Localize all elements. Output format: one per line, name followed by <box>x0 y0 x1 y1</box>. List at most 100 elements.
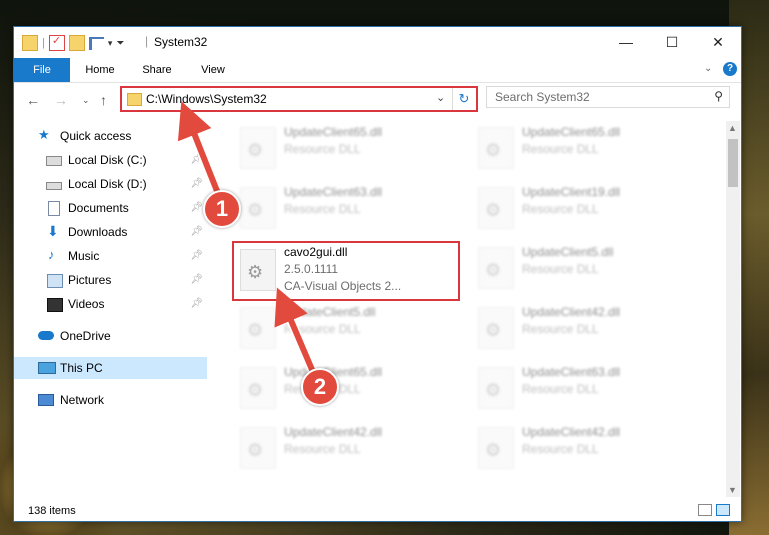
scroll-up-icon[interactable]: ▲ <box>728 123 737 133</box>
search-placeholder: Search System32 <box>495 90 590 104</box>
file-thumbnail: ⚙ <box>240 367 276 409</box>
search-icon[interactable]: ⚲ <box>714 89 723 103</box>
new-folder-icon[interactable] <box>68 35 85 51</box>
customize-toolbar-icon[interactable]: ⏷ <box>116 38 124 49</box>
file-thumbnail: ⚙ <box>240 427 276 469</box>
list-item[interactable]: ⚙ UpdateClient5.dll Resource DLL <box>236 303 466 355</box>
sidebar-item-label: OneDrive <box>60 329 111 343</box>
list-item[interactable]: ⚙ UpdateClient42.dll Resource DLL <box>474 423 704 475</box>
file-thumbnail: ⚙ <box>240 307 276 349</box>
sidebar-item-music[interactable]: ♪ Music 📌︎ <box>14 245 207 267</box>
file-type: Resource DLL <box>522 142 599 156</box>
pin-icon[interactable]: 📌︎ <box>190 269 203 291</box>
pin-icon[interactable]: 📌︎ <box>190 197 203 219</box>
file-name: UpdateClient42.dll <box>284 425 383 439</box>
list-item[interactable]: ⚙ UpdateClient65.dll Resource DLL <box>236 123 466 175</box>
gear-icon: ⚙ <box>247 200 264 220</box>
explorer-window: | ✓ ▾ ⏷ | System32 — ☐ ✕ File Home Share… <box>13 26 742 522</box>
scrollbar-thumb[interactable] <box>728 139 738 187</box>
file-thumbnail: ⚙ <box>240 127 276 169</box>
sidebar-item-documents[interactable]: Documents 📌︎ <box>14 197 207 219</box>
sidebar-item-label: Videos <box>68 297 105 311</box>
file-name: UpdateClient65.dll <box>522 125 621 139</box>
list-item[interactable]: ⚙ UpdateClient65.dll Resource DLL <box>236 363 466 415</box>
sidebar-item-local-disk-d[interactable]: Local Disk (D:) 📌︎ <box>14 173 207 195</box>
sidebar-item-onedrive[interactable]: OneDrive <box>14 325 207 347</box>
list-item[interactable]: ⚙ UpdateClient42.dll Resource DLL <box>236 423 466 475</box>
details-view-icon[interactable] <box>698 504 712 516</box>
vertical-scrollbar[interactable]: ▲ ▼ <box>726 121 740 497</box>
window-title: System32 <box>154 35 208 49</box>
list-item[interactable]: ⚙ UpdateClient63.dll Resource DLL <box>474 363 704 415</box>
folder-icon[interactable] <box>22 35 38 51</box>
scroll-down-icon[interactable]: ▼ <box>728 485 737 495</box>
chevron-down-icon[interactable]: ▾ <box>108 38 113 49</box>
list-item[interactable]: ⚙ UpdateClient42.dll Resource DLL <box>474 303 704 355</box>
pin-icon[interactable]: 📌︎ <box>190 221 203 243</box>
sidebar-item-this-pc[interactable]: This PC <box>14 357 207 379</box>
item-count: 138 items <box>28 505 76 517</box>
search-input[interactable]: Search System32 ⚲ <box>486 86 730 108</box>
drive-icon <box>46 182 62 190</box>
file-name: UpdateClient42.dll <box>522 305 621 319</box>
list-item[interactable]: ⚙ UpdateClient5.dll Resource DLL <box>474 243 704 295</box>
gear-icon: ⚙ <box>485 440 502 460</box>
file-type: Resource DLL <box>284 202 361 216</box>
maximize-button[interactable]: ☐ <box>649 27 695 58</box>
file-type: Resource DLL <box>522 262 599 276</box>
file-thumbnail: ⚙ <box>478 247 514 289</box>
sidebar-item-label: Pictures <box>68 273 112 287</box>
up-arrow-icon[interactable]: ↑ <box>100 92 107 108</box>
expand-ribbon-icon[interactable]: ⌄ <box>704 63 712 74</box>
separator: | <box>145 34 149 48</box>
sidebar-item-label: Network <box>60 393 105 407</box>
videos-icon <box>47 298 63 312</box>
pin-icon[interactable]: 📌︎ <box>190 149 203 171</box>
pc-icon <box>38 362 56 374</box>
file-type: Resource DLL <box>522 322 599 336</box>
pin-icon[interactable]: 📌︎ <box>190 173 203 195</box>
tab-home[interactable]: Home <box>76 58 124 82</box>
list-item[interactable]: ⚙ UpdateClient65.dll Resource DLL <box>474 123 704 175</box>
view-options-icon[interactable] <box>88 36 104 50</box>
file-type: Resource DLL <box>522 202 599 216</box>
gear-icon: ⚙ <box>485 320 502 340</box>
chevron-down-icon[interactable]: ⌄ <box>436 91 445 104</box>
sidebar-item-label: This PC <box>60 361 103 375</box>
address-path[interactable]: C:\Windows\System32 <box>146 92 267 106</box>
properties-icon[interactable]: ✓ <box>48 35 65 51</box>
sidebar-item-pictures[interactable]: Pictures 📌︎ <box>14 269 207 291</box>
sidebar-item-label: Downloads <box>68 225 128 239</box>
ribbon-tabs: File Home Share View ⌄ ? <box>14 58 741 83</box>
gear-icon: ⚙ <box>485 260 502 280</box>
file-thumbnail: ⚙ <box>478 187 514 229</box>
pin-icon[interactable]: 📌︎ <box>190 293 203 315</box>
file-name: UpdateClient63.dll <box>284 185 383 199</box>
navigation-bar: ← → ⌄ ↑ C:\Windows\System32 ⌄ ↻ Search S… <box>14 83 741 117</box>
tab-file[interactable]: File <box>14 58 70 82</box>
sidebar-item-label: Quick access <box>60 129 132 143</box>
address-bar[interactable]: C:\Windows\System32 ⌄ ↻ <box>120 86 478 112</box>
sidebar-item-downloads[interactable]: ⬇ Downloads 📌︎ <box>14 221 207 243</box>
forward-arrow-icon[interactable]: → <box>54 92 68 108</box>
tab-view[interactable]: View <box>190 58 236 82</box>
large-icons-view-icon[interactable] <box>716 504 730 516</box>
file-name: UpdateClient5.dll <box>284 305 376 319</box>
sidebar-item-videos[interactable]: Videos 📌︎ <box>14 293 207 315</box>
separator: | <box>42 37 45 49</box>
list-item[interactable]: ⚙ UpdateClient63.dll Resource DLL <box>236 183 466 235</box>
recent-locations-icon[interactable]: ⌄ <box>82 95 90 106</box>
refresh-icon[interactable]: ↻ <box>452 88 475 110</box>
back-arrow-icon[interactable]: ← <box>26 92 40 108</box>
close-button[interactable]: ✕ <box>695 27 741 58</box>
sidebar-item-network[interactable]: Network <box>14 389 207 411</box>
tab-share[interactable]: Share <box>132 58 182 82</box>
sidebar-item-quick-access[interactable]: ★ Quick access <box>14 125 207 147</box>
file-type: Resource DLL <box>284 442 361 456</box>
help-icon[interactable]: ? <box>723 62 737 76</box>
drive-icon <box>46 156 62 166</box>
minimize-button[interactable]: — <box>603 27 649 58</box>
sidebar-item-local-disk-c[interactable]: Local Disk (C:) 📌︎ <box>14 149 207 171</box>
list-item[interactable]: ⚙ UpdateClient19.dll Resource DLL <box>474 183 704 235</box>
pin-icon[interactable]: 📌︎ <box>190 245 203 267</box>
